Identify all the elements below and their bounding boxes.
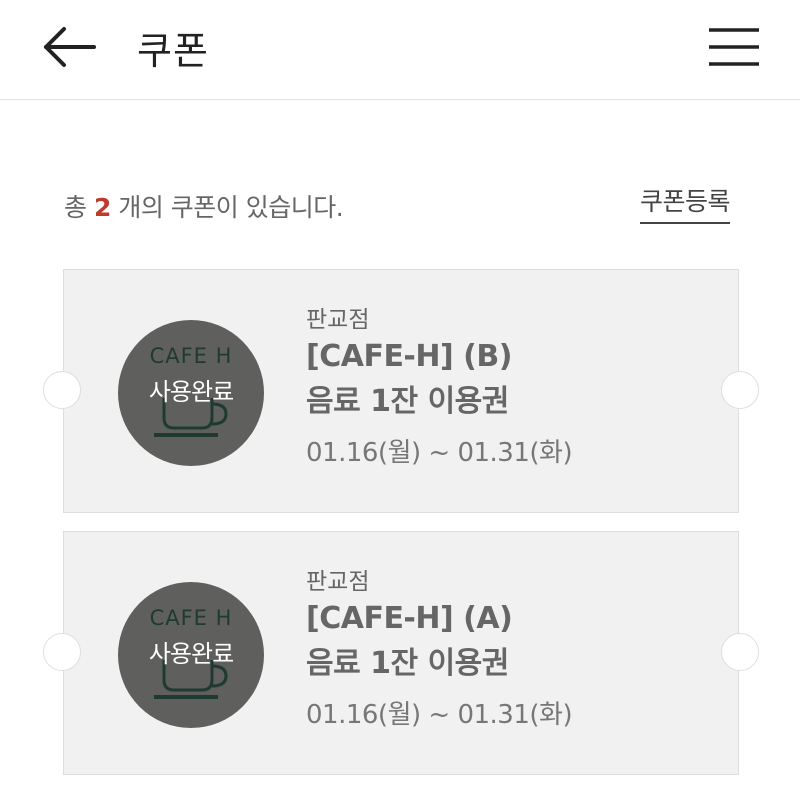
coupon-period: 01.16(월) ~ 01.31(화)	[306, 438, 573, 468]
menu-button[interactable]	[706, 24, 762, 70]
used-badge: CAFE H 사용완료	[118, 582, 264, 728]
register-coupon-link[interactable]: 쿠폰등록	[640, 182, 731, 224]
coupon-info: 판교점 [CAFE-H] (A) 음료 1잔 이용권 01.16(월) ~ 01…	[306, 562, 573, 731]
coupon-count-summary: 총 2 개의 쿠폰이 있습니다.	[64, 188, 344, 224]
coupon-card[interactable]: CAFE H 사용완료 판교점 [CAFE-H] (A) 음료 1잔 이용권 0…	[43, 531, 759, 775]
coupon-title: [CAFE-H] (B)	[306, 339, 512, 374]
hamburger-menu-icon	[709, 28, 759, 66]
coupon-title: [CAFE-H] (A)	[306, 601, 513, 636]
page-title: 쿠폰	[137, 29, 209, 73]
ticket-notch	[721, 371, 759, 409]
ticket-notch	[43, 633, 81, 671]
coupon-info: 판교점 [CAFE-H] (B) 음료 1잔 이용권 01.16(월) ~ 01…	[306, 300, 573, 469]
coupon-card[interactable]: CAFE H 사용완료 판교점 [CAFE-H] (B) 음료 1잔 이용권 0…	[43, 269, 759, 513]
coupon-count: 2	[93, 193, 111, 222]
coupon-period: 01.16(월) ~ 01.31(화)	[306, 700, 573, 730]
used-status-label: 사용완료	[148, 378, 234, 406]
arrow-left-icon	[44, 27, 96, 67]
ticket-notch	[43, 371, 81, 409]
coupon-store: 판교점	[306, 569, 370, 595]
coupon-subtitle: 음료 1잔 이용권	[306, 646, 509, 681]
used-badge: CAFE H 사용완료	[118, 320, 264, 466]
summary-suffix: 개의 쿠폰이 있습니다.	[118, 193, 344, 222]
coupon-subtitle: 음료 1잔 이용권	[306, 384, 509, 419]
ticket-notch	[721, 633, 759, 671]
app-header: 쿠폰	[0, 0, 800, 100]
back-button[interactable]	[40, 24, 98, 70]
coupon-store: 판교점	[306, 307, 370, 333]
used-status-label: 사용완료	[148, 640, 234, 668]
summary-prefix: 총	[64, 193, 87, 222]
